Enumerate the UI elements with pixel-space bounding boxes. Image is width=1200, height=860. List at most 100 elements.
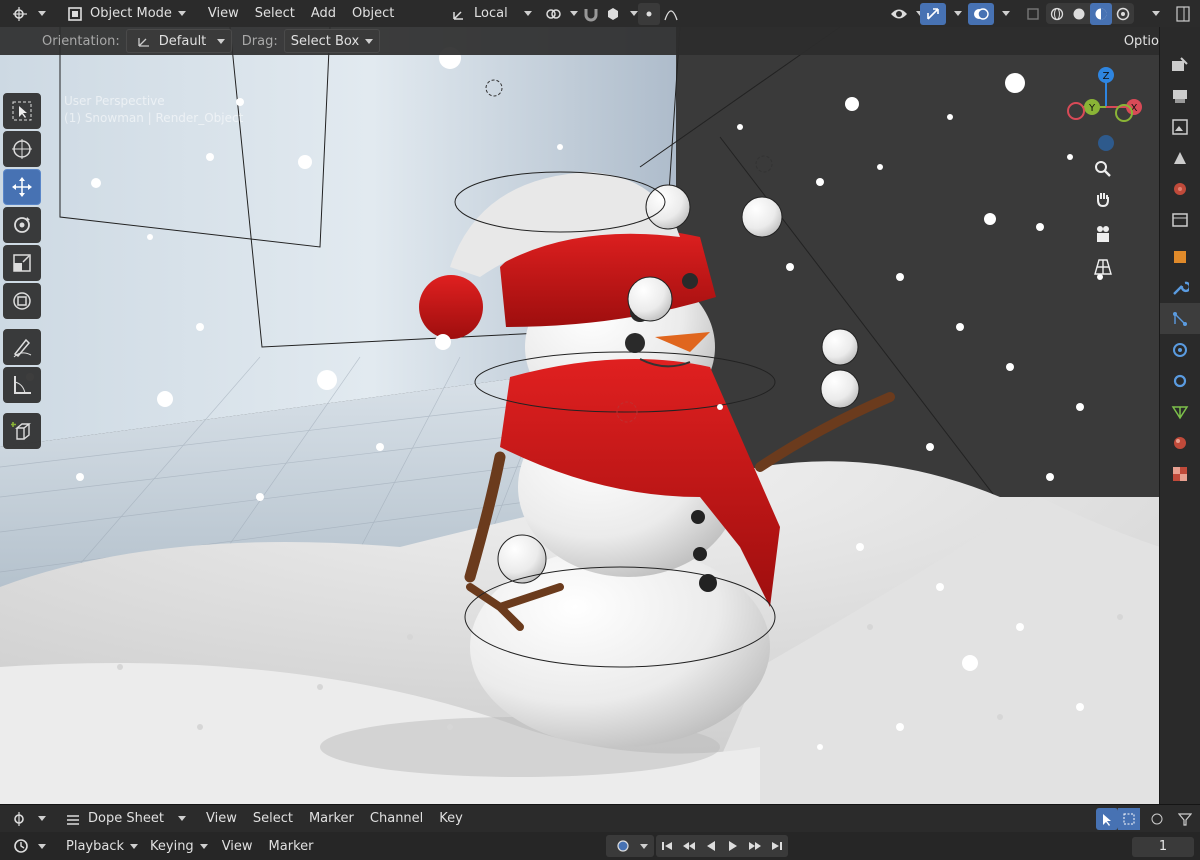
- transform-orientation-dropdown[interactable]: Local: [442, 3, 538, 25]
- texture-tab[interactable]: [1160, 458, 1200, 489]
- physics-tab[interactable]: [1160, 334, 1200, 365]
- mode-dropdown[interactable]: Object Mode: [58, 3, 192, 25]
- menu-view[interactable]: View: [200, 6, 247, 21]
- annotate-tool[interactable]: [3, 329, 41, 365]
- rotate-tool[interactable]: [3, 207, 41, 243]
- snap-cube-icon: [602, 3, 624, 25]
- xray-icon: [1022, 3, 1044, 25]
- orientation-dropdown[interactable]: Default: [125, 29, 232, 53]
- gizmo-toggle[interactable]: [920, 2, 946, 25]
- cursor-tool[interactable]: [3, 131, 41, 167]
- only-selected-icon[interactable]: [1096, 808, 1118, 830]
- add-cube-icon: [11, 422, 31, 440]
- modifier-tab[interactable]: [1160, 272, 1200, 303]
- ruler-icon: [14, 376, 31, 394]
- material-shading-icon[interactable]: [1090, 3, 1112, 25]
- dope-editor-type-button[interactable]: [4, 808, 52, 830]
- zoom-icon[interactable]: [1090, 156, 1116, 182]
- scene-tab[interactable]: [1160, 173, 1200, 204]
- scale-icon: [13, 254, 31, 272]
- perspective-label: User Perspective: [64, 94, 165, 108]
- record-icon: [612, 835, 634, 857]
- timeline-editor-type-button[interactable]: [4, 835, 52, 857]
- dope-menu-channel[interactable]: Channel: [362, 811, 431, 826]
- timeline-menu-marker[interactable]: Marker: [261, 839, 322, 854]
- measure-tool[interactable]: [3, 367, 41, 403]
- next-keyframe-icon[interactable]: [744, 835, 766, 857]
- data-tab[interactable]: [1160, 396, 1200, 427]
- editor-type-icon: [10, 3, 32, 25]
- transform-icon: [13, 292, 31, 310]
- play-reverse-icon[interactable]: [700, 835, 722, 857]
- drag-value: Select Box: [290, 33, 360, 49]
- add-cube-tool[interactable]: [3, 413, 41, 449]
- world-tab[interactable]: [1160, 204, 1200, 235]
- filter-icon[interactable]: [1174, 808, 1196, 830]
- move-tool[interactable]: [3, 169, 41, 205]
- wrench-icon: [1173, 281, 1189, 295]
- object-tab[interactable]: [1160, 241, 1200, 272]
- object-mode-icon: [64, 3, 86, 25]
- dope-sheet-header: Dope Sheet View Select Marker Channel Ke…: [0, 804, 1200, 832]
- particles-tab[interactable]: [1160, 303, 1200, 334]
- constraints-tab[interactable]: [1160, 365, 1200, 396]
- playback-controls: [656, 835, 788, 857]
- tool-properties-tab[interactable]: [1160, 49, 1200, 80]
- tool-settings-header: Orientation: Default Drag: Select Box Op…: [0, 27, 1200, 55]
- dope-mode-dropdown[interactable]: Dope Sheet: [56, 808, 192, 830]
- scale-tool[interactable]: [3, 245, 41, 281]
- timeline-header: Playback Keying View Marker 1: [0, 832, 1200, 860]
- menu-object[interactable]: Object: [344, 6, 402, 21]
- render-tab[interactable]: [1160, 80, 1200, 111]
- dope-menu-select[interactable]: Select: [245, 811, 301, 826]
- menu-select[interactable]: Select: [247, 6, 303, 21]
- pencil-icon: [13, 338, 32, 358]
- menu-add[interactable]: Add: [303, 6, 344, 21]
- editor-type-button[interactable]: [4, 3, 52, 25]
- proportional-edit[interactable]: [632, 2, 688, 25]
- object-icon: [1174, 250, 1186, 263]
- editor-type-icon: [10, 808, 32, 830]
- tool-icon: [1172, 56, 1188, 71]
- wireframe-shading-icon[interactable]: [1046, 3, 1068, 25]
- mesh-data-icon: [1171, 405, 1189, 419]
- keying-menu[interactable]: Keying: [144, 835, 214, 857]
- drag-label: Drag:: [241, 33, 278, 49]
- dope-menu-view[interactable]: View: [198, 811, 245, 826]
- dope-menu-marker[interactable]: Marker: [301, 811, 362, 826]
- xray-toggle[interactable]: [1016, 3, 1050, 25]
- solid-shading-icon[interactable]: [1068, 3, 1090, 25]
- material-tab[interactable]: [1160, 427, 1200, 458]
- camera-view-icon[interactable]: [1090, 222, 1116, 248]
- timeline-menu-view[interactable]: View: [214, 839, 261, 854]
- dope-sheet-icon: [62, 808, 84, 830]
- view-layer-tab[interactable]: [1160, 142, 1200, 173]
- select-cursor-icon: [12, 101, 32, 121]
- svg-text:Y: Y: [1088, 103, 1096, 114]
- output-tab[interactable]: [1160, 111, 1200, 142]
- dope-menu-key[interactable]: Key: [431, 811, 471, 826]
- transform-tool[interactable]: [3, 283, 41, 319]
- sidebar-toggle-icon[interactable]: [1172, 3, 1194, 25]
- perspective-grid-icon[interactable]: [1090, 254, 1116, 280]
- 3d-viewport[interactable]: User Perspective (1) Snowman | Render_Ob…: [0, 27, 1160, 805]
- playback-menu[interactable]: Playback: [60, 835, 144, 857]
- jump-start-icon[interactable]: [656, 835, 678, 857]
- play-icon[interactable]: [722, 835, 744, 857]
- material-icon: [1174, 436, 1186, 449]
- show-errors-icon[interactable]: [1146, 808, 1168, 830]
- pan-hand-icon[interactable]: [1090, 186, 1116, 212]
- navigation-gizmo[interactable]: Z X Y: [1062, 61, 1152, 151]
- overlays-toggle[interactable]: [968, 2, 994, 25]
- orientation-label: Local: [474, 6, 508, 21]
- drag-dropdown[interactable]: Select Box: [283, 29, 381, 53]
- rendered-shading-icon[interactable]: [1112, 3, 1134, 25]
- show-hidden-icon[interactable]: [1118, 808, 1140, 830]
- current-frame-field[interactable]: 1: [1132, 837, 1194, 857]
- overlays-icon: [970, 3, 992, 25]
- select-box-tool[interactable]: [3, 93, 41, 129]
- auto-keying-toggle[interactable]: [606, 835, 654, 857]
- local-axes-icon: [448, 3, 470, 25]
- prev-keyframe-icon[interactable]: [678, 835, 700, 857]
- jump-end-icon[interactable]: [766, 835, 788, 857]
